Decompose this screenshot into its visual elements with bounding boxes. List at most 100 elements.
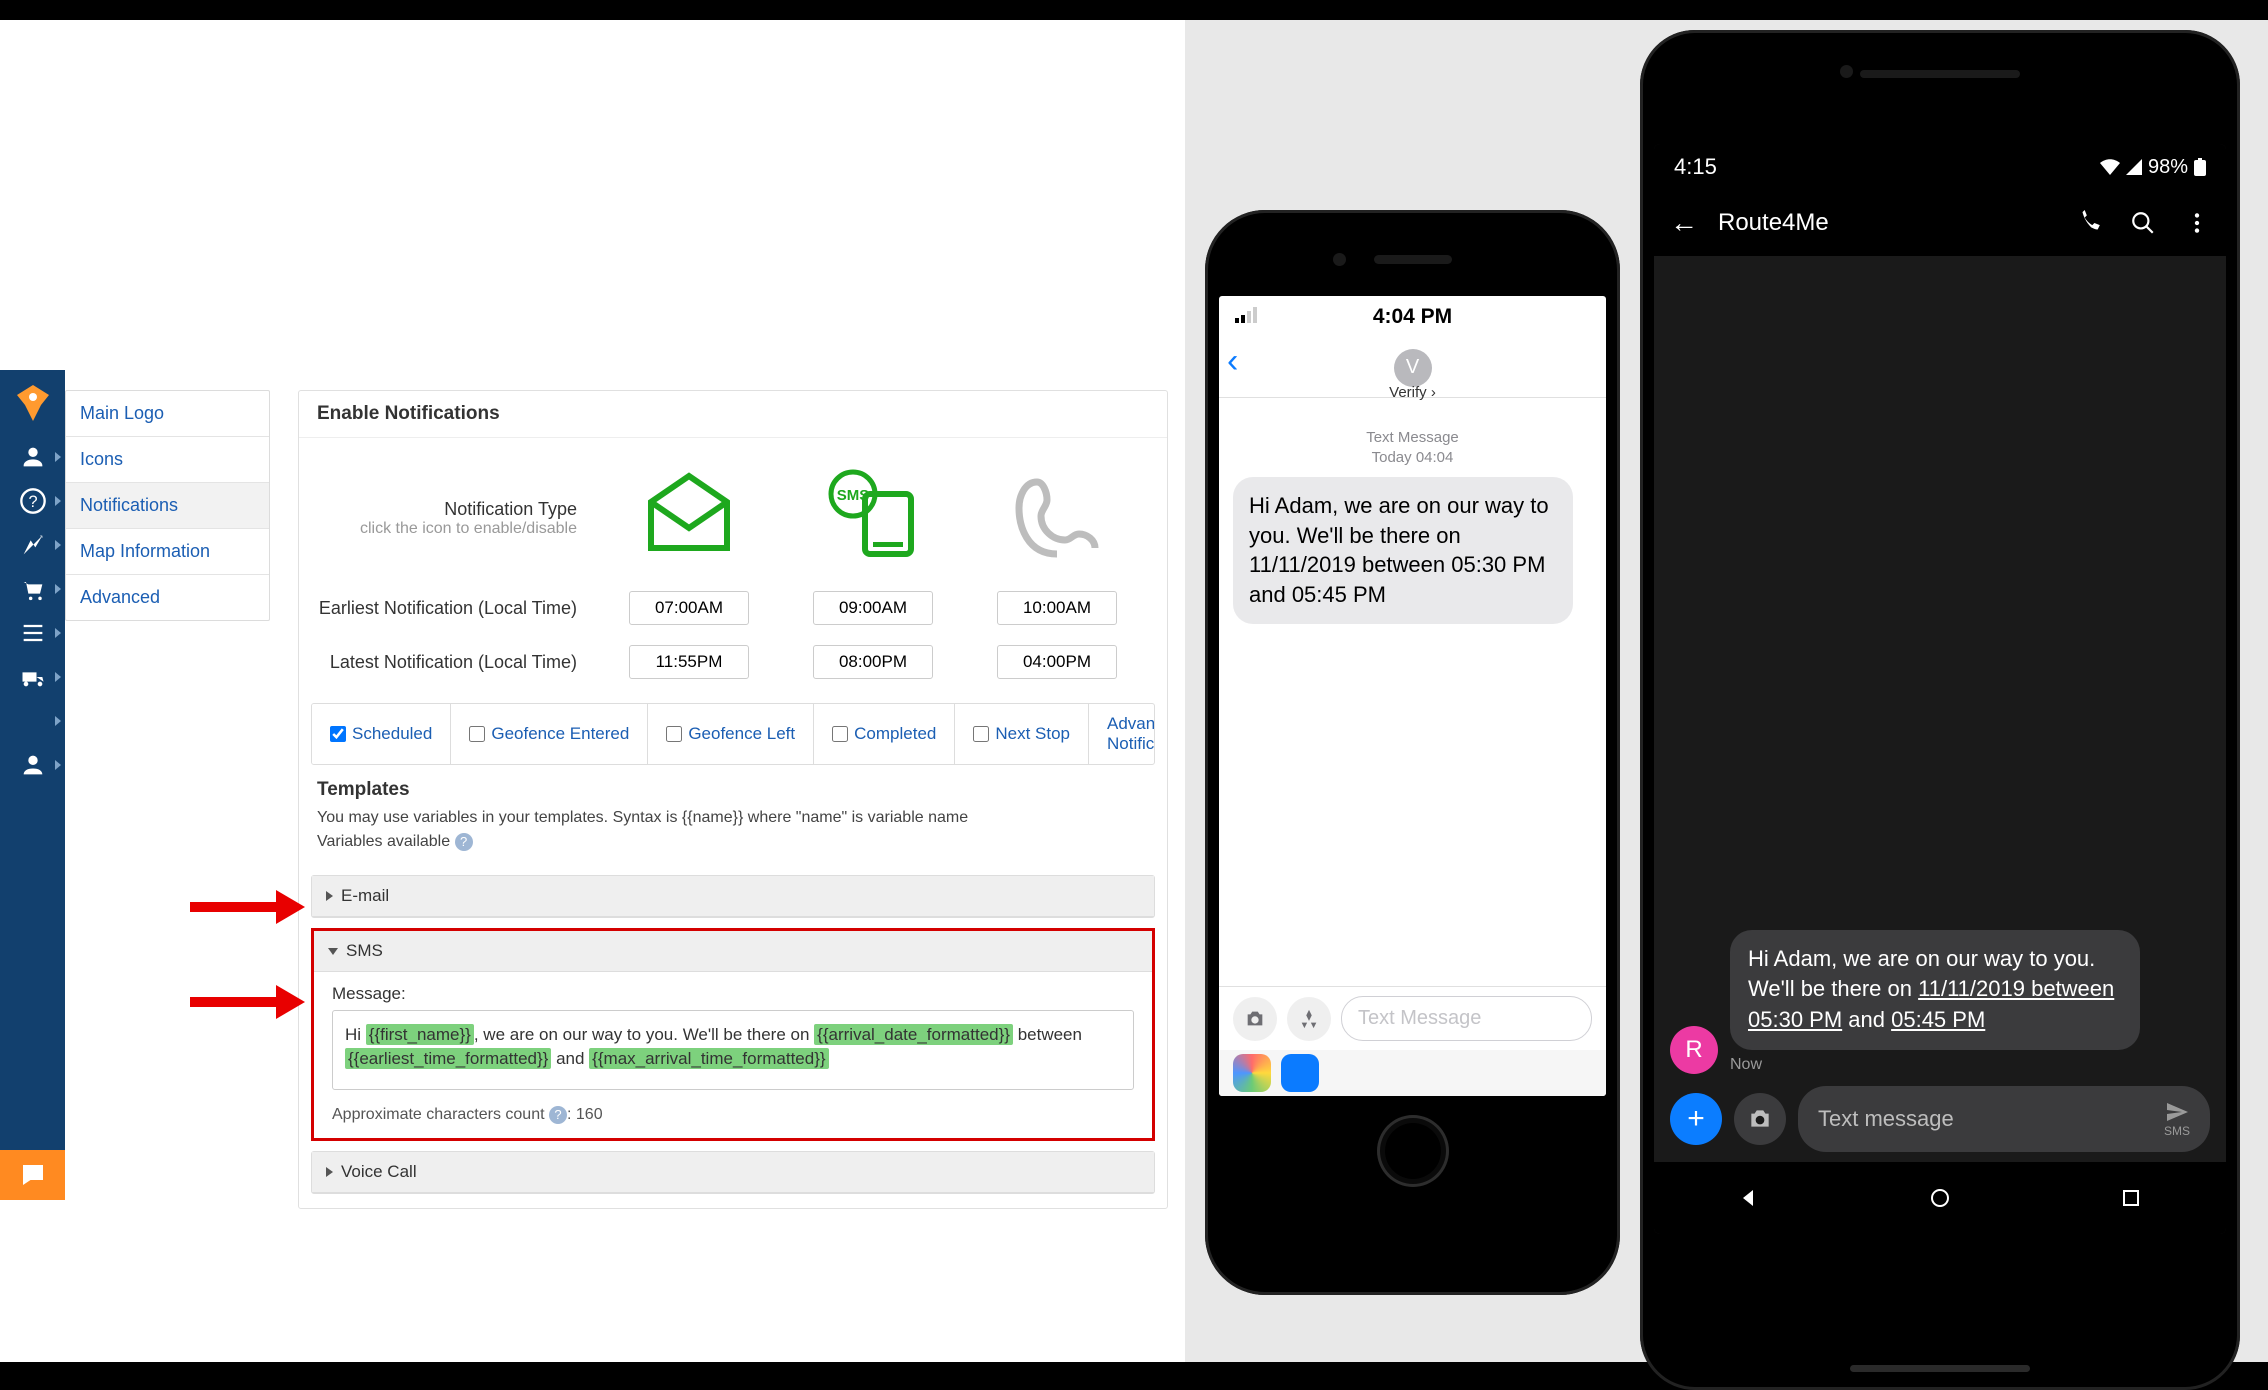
nav-recent-icon[interactable] <box>2119 1186 2143 1210</box>
templates-heading: Templates <box>317 779 1149 801</box>
back-icon[interactable]: ← <box>1670 207 1698 239</box>
sidenav-map-info[interactable]: Map Information <box>66 529 269 575</box>
search-icon[interactable] <box>2130 210 2156 236</box>
app-strip <box>1219 1050 1606 1096</box>
tab-next-stop[interactable]: Next Stop <box>955 704 1089 764</box>
message-label: Message: <box>332 984 1134 1004</box>
email-latest-input[interactable] <box>629 645 749 679</box>
char-count: Approximate characters count ?: 160 <box>314 1096 1152 1138</box>
conversation-title: Route4Me <box>1718 209 2056 237</box>
panel-title: Enable Notifications <box>299 391 1167 438</box>
geofence-left-checkbox[interactable] <box>666 726 682 742</box>
sidenav-advanced[interactable]: Advanced <box>66 575 269 620</box>
sidenav-icons[interactable]: Icons <box>66 437 269 483</box>
back-icon[interactable]: ‹ <box>1227 342 1238 381</box>
triangle-icon <box>326 891 333 901</box>
android-input-row: + Text message SMS <box>1654 1084 2226 1154</box>
rail-routes-icon[interactable] <box>0 523 65 567</box>
sms-earliest-input[interactable] <box>813 591 933 625</box>
templates-hint: You may use variables in your templates.… <box>317 809 1149 827</box>
message-time: Now <box>1730 1056 2210 1074</box>
nav-home-icon[interactable] <box>1928 1186 1952 1210</box>
tab-scheduled[interactable]: Scheduled <box>312 704 451 764</box>
appstore-icon[interactable] <box>1287 997 1331 1041</box>
rail-list-icon[interactable] <box>0 611 65 655</box>
iphone-nav: ‹ V Verify › <box>1219 338 1606 398</box>
logo-icon <box>0 370 65 435</box>
iphone-input-bar: Text Message <box>1219 986 1606 1050</box>
voice-accordion: Voice Call <box>311 1151 1155 1194</box>
photos-app-icon[interactable] <box>1233 1054 1271 1092</box>
geofence-entered-checkbox[interactable] <box>469 726 485 742</box>
wifi-icon <box>2100 159 2120 175</box>
tab-advance-link[interactable]: Advance Notification <box>1089 704 1155 764</box>
iphone-text-input[interactable]: Text Message <box>1341 996 1592 1041</box>
iphone-screen: 4:04 PM ‹ V Verify › Text MessageToday 0… <box>1219 296 1606 1096</box>
tab-geofence-entered[interactable]: Geofence Entered <box>451 704 648 764</box>
red-arrow-icon <box>190 890 305 929</box>
signal-icon <box>1235 305 1257 329</box>
nav-back-icon[interactable] <box>1737 1186 1761 1210</box>
sidenav-main-logo[interactable]: Main Logo <box>66 391 269 437</box>
help-icon[interactable]: ? <box>455 833 473 851</box>
call-icon[interactable] <box>2076 210 2102 236</box>
notification-type-row: Notification Type click the icon to enab… <box>299 438 1167 581</box>
tab-completed[interactable]: Completed <box>814 704 955 764</box>
android-screen: 4:15 98% ← Route4Me R <box>1654 144 2226 1234</box>
message-bubble: Hi Adam, we are on our way to you. We'll… <box>1730 930 2140 1050</box>
rail-fleet-icon[interactable] <box>0 655 65 699</box>
phone-latest-input[interactable] <box>997 645 1117 679</box>
contact-name: Verify › <box>1389 384 1436 401</box>
contact-avatar[interactable]: V <box>1394 349 1432 387</box>
sender-avatar[interactable]: R <box>1670 1026 1718 1074</box>
home-button[interactable] <box>1377 1115 1449 1187</box>
sidenav-notifications[interactable]: Notifications <box>66 483 269 529</box>
svg-text:SMS: SMS <box>837 487 870 504</box>
earliest-row: Earliest Notification (Local Time) <box>299 581 1167 635</box>
rail-settings-icon[interactable] <box>0 743 65 787</box>
red-arrow-icon <box>190 985 305 1024</box>
rail-analytics-icon[interactable] <box>0 699 65 743</box>
completed-checkbox[interactable] <box>832 726 848 742</box>
message-bubble: Hi Adam, we are on our way to you. We'll… <box>1233 477 1573 624</box>
android-header: ← Route4Me <box>1654 190 2226 256</box>
rail-users-icon[interactable] <box>0 435 65 479</box>
rail-cart-icon[interactable] <box>0 567 65 611</box>
notifications-panel: Enable Notifications Notification Type c… <box>298 390 1168 1209</box>
tab-geofence-left[interactable]: Geofence Left <box>648 704 814 764</box>
signal-icon <box>2126 159 2142 175</box>
sms-accordion-header[interactable]: SMS <box>314 931 1152 972</box>
rail-chat-icon[interactable] <box>0 1150 65 1200</box>
phone-icon[interactable] <box>1007 466 1107 571</box>
home-button-area <box>1219 1096 1606 1206</box>
more-icon[interactable] <box>2184 210 2210 236</box>
email-earliest-input[interactable] <box>629 591 749 625</box>
scheduled-checkbox[interactable] <box>330 726 346 742</box>
android-mockup: 4:15 98% ← Route4Me R <box>1640 30 2240 1390</box>
svg-text:?: ? <box>28 493 37 511</box>
rail-help-icon[interactable]: ? <box>0 479 65 523</box>
camera-icon[interactable] <box>1734 1093 1786 1145</box>
android-text-input[interactable]: Text message SMS <box>1798 1086 2210 1152</box>
voice-accordion-header[interactable]: Voice Call <box>312 1152 1154 1193</box>
iphone-speaker <box>1374 255 1452 264</box>
sms-latest-input[interactable] <box>813 645 933 679</box>
email-icon[interactable] <box>639 466 739 571</box>
add-button[interactable]: + <box>1670 1093 1722 1145</box>
next-stop-checkbox[interactable] <box>973 726 989 742</box>
sms-message-input[interactable]: Hi {{first_name}}, we are on our way to … <box>332 1010 1134 1090</box>
android-home-bar <box>1850 1365 2030 1372</box>
status-icons: 98% <box>2100 156 2206 179</box>
desktop-area: ? Main Logo Icons Notifications Map Info… <box>0 20 2268 1362</box>
help-icon[interactable]: ? <box>549 1106 567 1124</box>
email-accordion: E-mail <box>311 875 1155 918</box>
appstore-app-icon[interactable] <box>1281 1054 1319 1092</box>
sms-icon[interactable]: SMS <box>823 466 923 571</box>
email-accordion-header[interactable]: E-mail <box>312 876 1154 917</box>
left-rail: ? <box>0 370 65 1200</box>
android-status-bar: 4:15 98% <box>1654 144 2226 190</box>
send-button[interactable]: SMS <box>2164 1100 2190 1138</box>
camera-icon[interactable] <box>1233 997 1277 1041</box>
phone-earliest-input[interactable] <box>997 591 1117 625</box>
sms-accordion: SMS Message: Hi {{first_name}}, we are o… <box>311 928 1155 1141</box>
